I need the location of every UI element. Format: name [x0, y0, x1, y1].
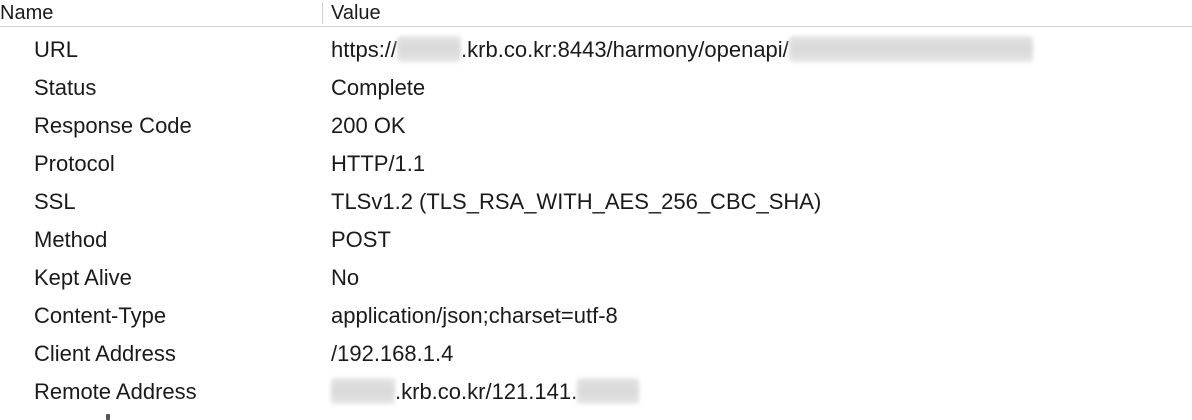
row-value: HTTP/1.1: [331, 151, 426, 176]
table-row-response-code[interactable]: Response Code 200 OK: [0, 107, 1192, 145]
request-details-table: Name Value URL https:// .krb.co.kr:8443/h…: [0, 0, 1192, 420]
value-column-header[interactable]: Value: [331, 1, 381, 25]
row-name: Method: [34, 227, 108, 252]
row-name: SSL: [34, 189, 76, 214]
row-value: .krb.co.kr/121.141.: [331, 373, 640, 411]
table-row-content-type[interactable]: Content-Type application/json;charset=ut…: [0, 297, 1192, 335]
url-scheme: https://: [331, 37, 398, 62]
row-name: Response Code: [34, 113, 192, 138]
table-row-remote-address[interactable]: Remote Address .krb.co.kr/121.141.: [0, 373, 1192, 411]
remote-address-text: .krb.co.kr/121.141.: [395, 379, 578, 404]
redacted-ip-blur: [577, 378, 640, 404]
row-value: POST: [331, 227, 391, 252]
name-column-header[interactable]: Name: [0, 1, 53, 25]
url-path: .krb.co.kr:8443/harmony/openapi/: [461, 37, 789, 62]
clipped-text-fragment: [106, 414, 110, 420]
column-divider[interactable]: [322, 2, 323, 24]
redacted-path-blur: [788, 36, 1033, 62]
row-value: Complete: [331, 75, 426, 100]
row-name: URL: [34, 37, 79, 62]
row-value: /192.168.1.4: [331, 341, 454, 366]
table-row-client-address[interactable]: Client Address /192.168.1.4: [0, 335, 1192, 373]
table-row-url[interactable]: URL https:// .krb.co.kr:8443/harmony/open…: [0, 31, 1192, 69]
row-value: application/json;charset=utf-8: [331, 303, 618, 328]
row-name: Remote Address: [34, 379, 197, 404]
row-name: Protocol: [34, 151, 115, 176]
row-name: Status: [34, 75, 97, 100]
redacted-host-blur: [397, 36, 462, 62]
table-row-ssl[interactable]: SSL TLSv1.2 (TLS_RSA_WITH_AES_256_CBC_SH…: [0, 183, 1192, 221]
table-row-method[interactable]: Method POST: [0, 221, 1192, 259]
table-row-protocol[interactable]: Protocol HTTP/1.1: [0, 145, 1192, 183]
redacted-host-blur: [331, 378, 395, 404]
table-header: Name Value: [0, 0, 1192, 27]
partially-visible-row: [0, 410, 1192, 420]
row-name: Content-Type: [34, 303, 167, 328]
row-value: TLSv1.2 (TLS_RSA_WITH_AES_256_CBC_SHA): [331, 189, 822, 214]
row-name: Client Address: [34, 341, 176, 366]
row-value: 200 OK: [331, 113, 406, 138]
row-value: No: [331, 265, 360, 290]
table-row-kept-alive[interactable]: Kept Alive No: [0, 259, 1192, 297]
row-value: https:// .krb.co.kr:8443/harmony/openapi/: [331, 31, 1033, 69]
row-name: Kept Alive: [34, 265, 132, 290]
table-row-status[interactable]: Status Complete: [0, 69, 1192, 107]
